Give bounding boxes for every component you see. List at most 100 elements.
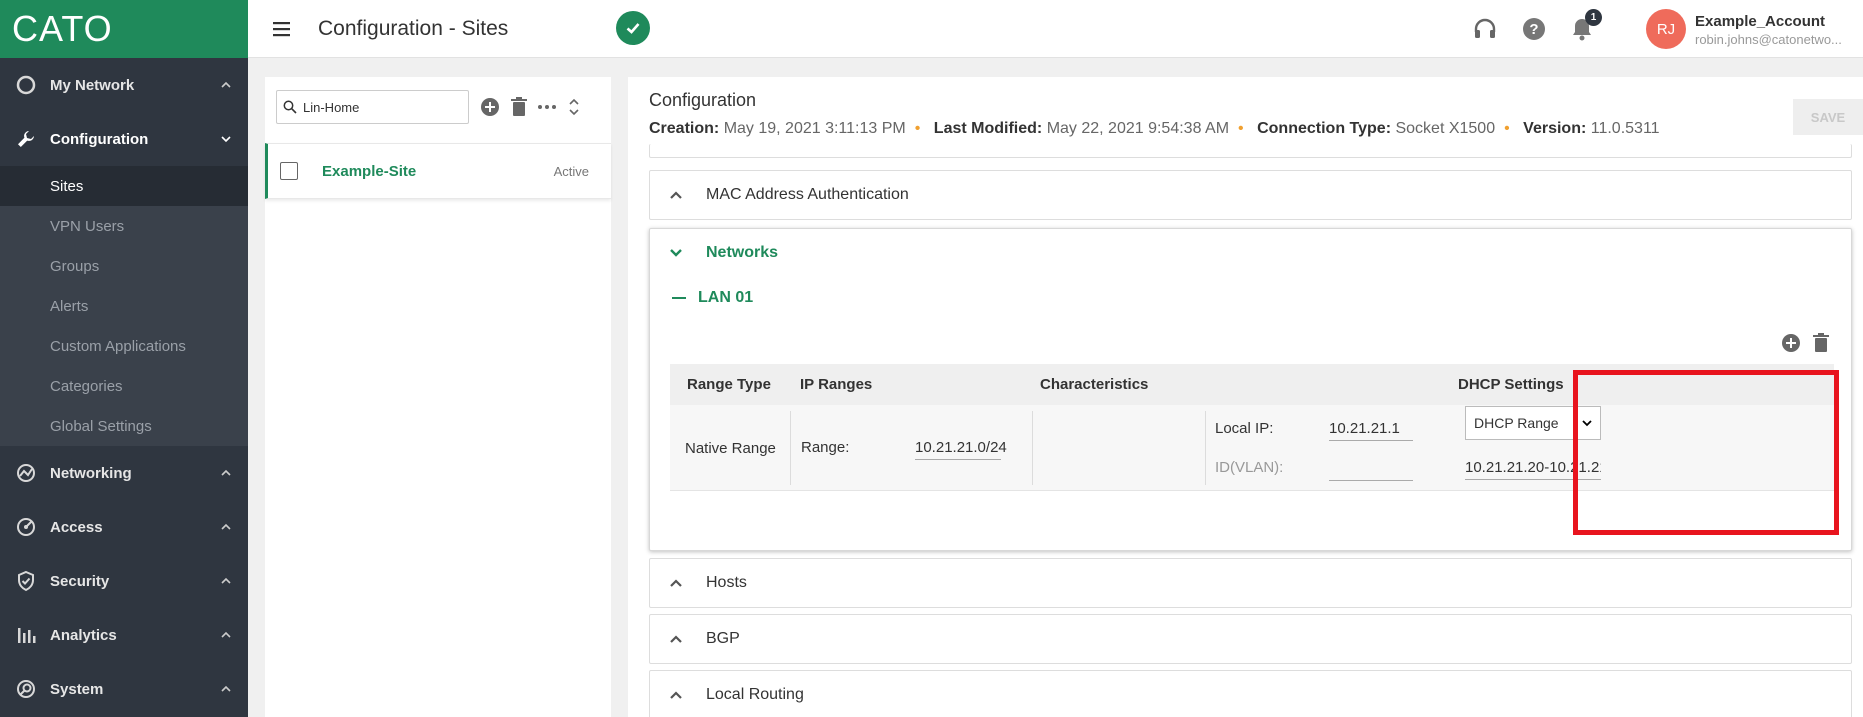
version-value: 11.0.5311 [1590,120,1660,137]
shield-icon [14,569,38,593]
sort-icon[interactable] [562,95,586,119]
dhcp-mode-select[interactable]: DHCP Range [1465,406,1601,440]
chevron-up-icon [221,81,231,88]
section-title: MAC Address Authentication [706,186,909,203]
networks-header[interactable]: Networks [650,229,1851,277]
help-icon[interactable]: ? [1520,15,1548,43]
nav-analytics[interactable]: Analytics [0,608,248,662]
nav-networking[interactable]: Networking [0,446,248,500]
sidebar-item-vpn-users[interactable]: VPN Users [0,206,248,246]
site-checkbox[interactable] [280,162,298,180]
more-options-icon[interactable] [535,95,559,119]
sidebar-item-global-settings[interactable]: Global Settings [0,406,248,446]
col-range-type: Range Type [687,376,771,393]
hamburger-menu-icon[interactable] [270,17,294,41]
range-label: Range: [801,439,850,456]
section-mac-address-authentication[interactable]: MAC Address Authentication [649,170,1852,220]
list-item[interactable]: Example-Site Active [265,143,611,199]
collapse-minus-icon [672,297,686,299]
chevron-up-icon [221,523,231,530]
chevron-down-icon [221,136,231,143]
headset-icon[interactable] [1471,15,1499,43]
nav-system[interactable]: System [0,662,248,716]
modified-value: May 22, 2021 9:54:38 AM [1046,120,1230,137]
sites-list-panel: Example-Site Active [265,77,611,717]
sidebar-item-categories[interactable]: Categories [0,366,248,406]
col-characteristics: Characteristics [1040,376,1149,393]
avatar[interactable]: RJ [1646,9,1686,49]
chevron-up-icon [670,579,682,587]
section-bgp[interactable]: BGP [649,614,1852,664]
range-type-value: Native Range [685,440,776,457]
local-ip-label: Local IP: [1215,420,1274,437]
previous-section [649,144,1852,158]
svg-text:?: ? [1529,21,1538,38]
chevron-up-icon [221,631,231,638]
delete-range-icon[interactable] [1813,333,1829,353]
nav-label: Security [50,572,110,590]
site-name[interactable]: Example-Site [322,163,554,180]
nav-label: Configuration [50,130,149,148]
config-submenu: Sites VPN Users Groups Alerts Custom App… [0,166,248,446]
table-row: Native Range Range: 10.21.21.0/24 Local … [670,405,1834,491]
nav-access[interactable]: Access [0,500,248,554]
creation-label: Creation: [649,120,720,137]
section-hosts[interactable]: Hosts [649,558,1852,608]
lan-name: LAN 01 [698,289,754,306]
logo-text: CATO [12,8,113,49]
circle-icon [14,73,38,97]
chevron-up-icon [670,635,682,643]
col-dhcp-settings: DHCP Settings [1458,376,1564,393]
modified-label: Last Modified: [933,120,1043,137]
sidebar-item-sites[interactable]: Sites [0,166,248,206]
add-range-icon[interactable] [1781,333,1801,353]
top-bar: Configuration - Sites ? 1 RJ Example_Acc… [248,0,1863,58]
dhcp-range-input[interactable]: 10.21.21.20-10.21.21.22 [1465,459,1601,480]
creation-value: May 19, 2021 3:11:13 PM [723,120,906,137]
lan-ranges-table: Range Type IP Ranges Characteristics DHC… [670,364,1834,491]
sidebar: CATO My Network Configuration Sites VPN … [0,0,248,717]
sidebar-item-custom-applications[interactable]: Custom Applications [0,326,248,366]
chevron-up-icon [221,469,231,476]
nav-label: Analytics [50,626,117,644]
config-title: Configuration [649,90,757,110]
section-title: Hosts [706,574,747,591]
sidebar-item-alerts[interactable]: Alerts [0,286,248,326]
range-value[interactable]: 10.21.21.0/24 [915,439,1007,460]
site-search-box[interactable] [276,90,469,124]
nav-label: My Network [50,76,135,94]
chevron-down-icon [1582,420,1592,427]
section-local-routing[interactable]: Local Routing [649,670,1852,717]
wrench-icon [14,127,38,151]
notifications-bell-icon[interactable]: 1 [1568,9,1602,43]
nav-security[interactable]: Security [0,554,248,608]
lan-actions [1781,333,1829,353]
account-name[interactable]: Example_Account [1695,13,1825,30]
save-button[interactable]: SAVE [1793,99,1863,135]
logo[interactable]: CATO [0,0,248,58]
section-networks: Networks LAN 01 Range Type IP Ranges Cha… [649,228,1852,551]
chevron-up-icon [221,685,231,692]
version-label: Version: [1523,120,1587,137]
nav-my-network[interactable]: My Network [0,58,248,112]
vlan-label: ID(VLAN): [1215,459,1284,476]
connection-label: Connection Type: [1257,120,1392,137]
access-icon [14,515,38,539]
nav-configuration[interactable]: Configuration [0,112,248,166]
search-input[interactable] [303,99,453,115]
nav-label: System [50,680,104,698]
system-icon [14,677,38,701]
sidebar-item-groups[interactable]: Groups [0,246,248,286]
config-panel: Configuration Creation: May 19, 2021 3:1… [628,77,1863,717]
delete-site-icon[interactable] [507,95,531,119]
connection-value: Socket X1500 [1395,120,1496,137]
vlan-value[interactable] [1329,459,1413,481]
dhcp-mode-value: DHCP Range [1474,415,1559,431]
local-ip-value[interactable]: 10.21.21.1 [1329,420,1413,441]
page-title: Configuration - Sites [318,16,509,40]
lan-header[interactable]: LAN 01 [672,289,753,307]
add-site-icon[interactable] [478,95,502,119]
config-meta: Creation: May 19, 2021 3:11:13 PM • Last … [649,120,1660,137]
status-ok-icon [616,11,650,45]
nav-label: Access [50,518,103,536]
